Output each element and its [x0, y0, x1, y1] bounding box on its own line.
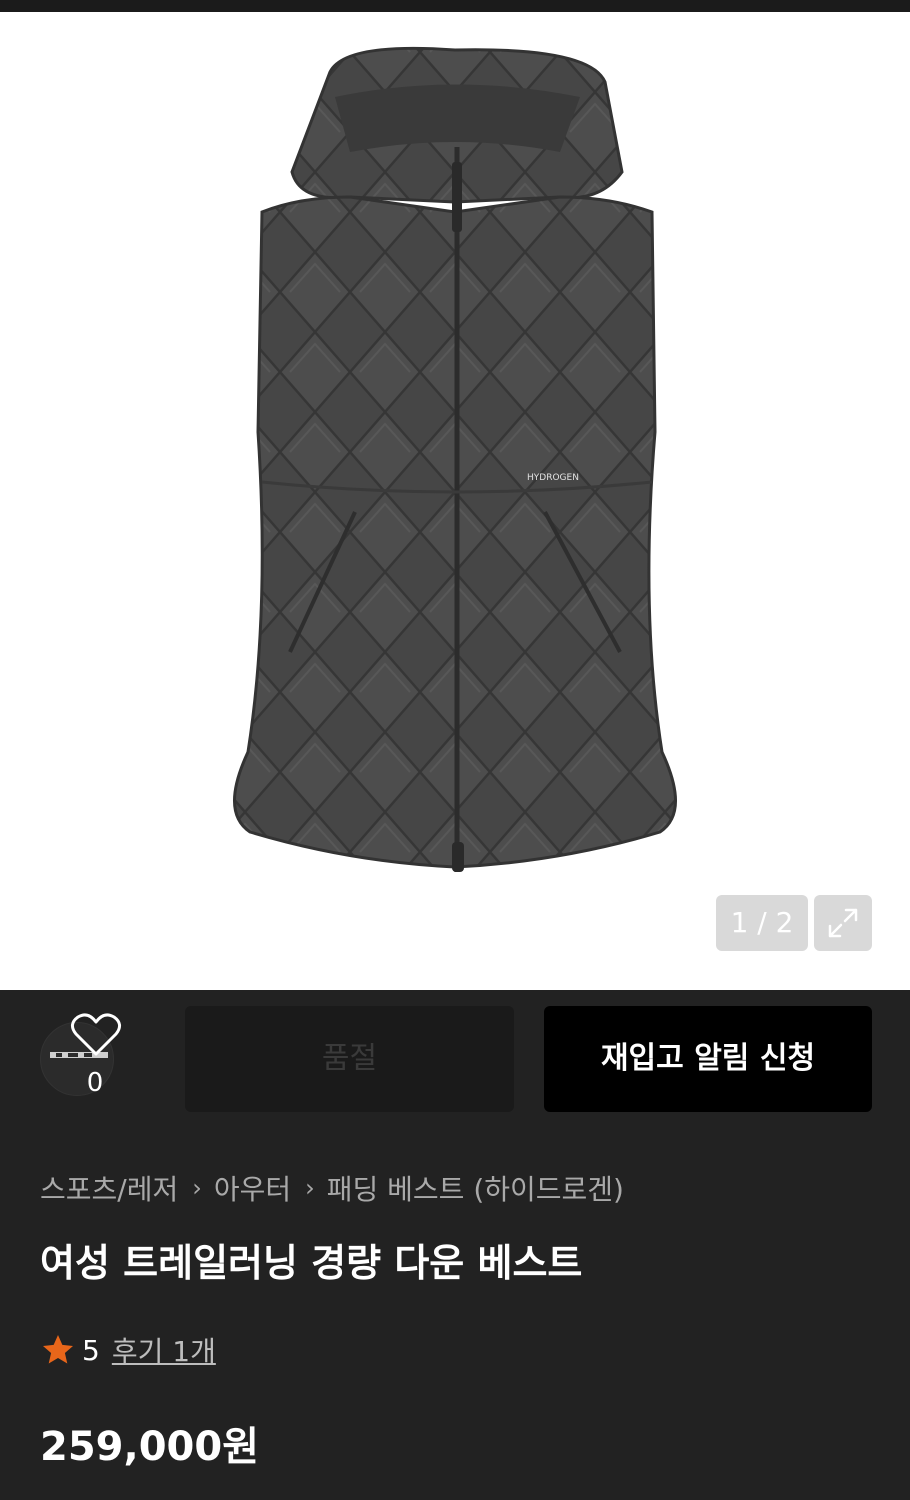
breadcrumb-item-outer[interactable]: 아우터 [214, 1168, 291, 1208]
expand-icon [828, 908, 858, 938]
rating-score: 5 [82, 1333, 100, 1367]
image-counter: 1 / 2 [716, 895, 808, 951]
heart-icon [71, 1013, 121, 1056]
wishlist-count: 0 [86, 1068, 104, 1098]
rating-row: 5 후기 1개 [40, 1330, 216, 1370]
expand-button[interactable] [814, 895, 872, 951]
product-image: HYDROGEN [233, 46, 677, 872]
chevron-right-icon: › [192, 1174, 202, 1202]
wishlist-button[interactable]: 0 [38, 1010, 122, 1100]
breadcrumb-item-sports[interactable]: 스포츠/레저 [40, 1168, 178, 1208]
product-image-gallery[interactable]: HYDROGEN 1 / 2 [0, 12, 910, 990]
brand-print: HYDROGEN [527, 473, 579, 483]
breadcrumb: 스포츠/레저 › 아우터 › 패딩 베스트 (하이드로겐) [40, 1168, 624, 1208]
star-icon [43, 1335, 73, 1364]
restock-alert-button[interactable]: 재입고 알림 신청 [544, 1006, 872, 1112]
product-title: 여성 트레일러닝 경량 다운 베스트 [40, 1241, 583, 1285]
product-price: 259,000원 [40, 1424, 259, 1470]
chevron-right-icon: › [305, 1174, 315, 1202]
reviews-link[interactable]: 후기 1개 [112, 1330, 216, 1370]
soldout-button[interactable]: 품절 [185, 1006, 514, 1112]
breadcrumb-item-padding-vest[interactable]: 패딩 베스트 (하이드로겐) [327, 1168, 624, 1208]
top-bar [0, 0, 910, 12]
